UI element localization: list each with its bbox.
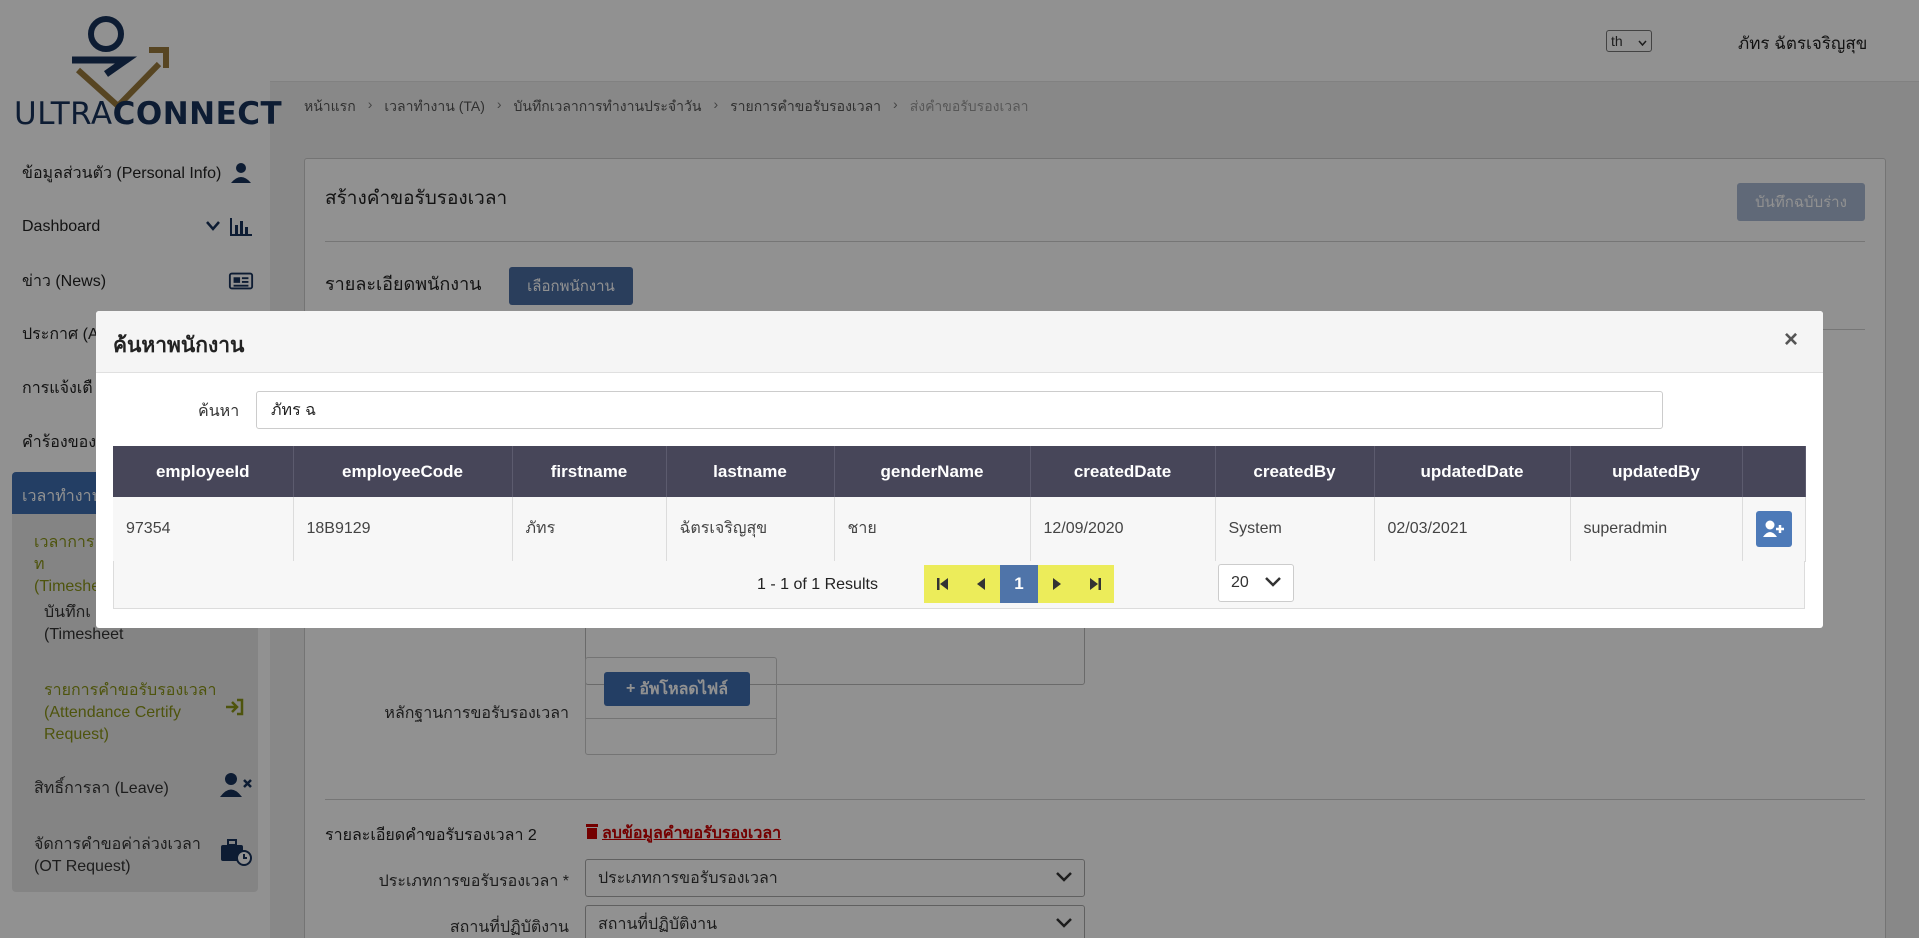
- employee-table: employeeId employeeCode firstname lastna…: [113, 446, 1806, 562]
- column-header-employeecode[interactable]: employeeCode: [293, 446, 513, 497]
- last-page-icon: [1090, 578, 1101, 590]
- cell-updateddate: 02/03/2021: [1374, 497, 1571, 562]
- prev-page-button[interactable]: [962, 565, 1000, 603]
- column-header-action: [1742, 446, 1806, 497]
- cell-lastname: ฉัตรเจริญสุข: [666, 497, 835, 562]
- cell-action: [1742, 497, 1806, 562]
- caret-right-icon: [1053, 578, 1061, 590]
- column-header-updateddate[interactable]: updatedDate: [1374, 446, 1571, 497]
- chevron-down-icon: [1265, 574, 1281, 592]
- employee-search-modal: ค้นหาพนักงาน × ค้นหา employeeId employee…: [96, 311, 1823, 628]
- next-page-button[interactable]: [1038, 565, 1076, 603]
- cell-gendername: ชาย: [834, 497, 1031, 562]
- column-header-createddate[interactable]: createdDate: [1030, 446, 1216, 497]
- user-plus-icon: [1762, 520, 1784, 537]
- pagination: 1 - 1 of 1 Results 1 20: [113, 561, 1805, 609]
- page-size-value: 20: [1231, 574, 1249, 591]
- cell-createdby: System: [1215, 497, 1375, 562]
- cell-updatedby: superadmin: [1570, 497, 1743, 562]
- results-count: 1 - 1 of 1 Results: [757, 576, 878, 593]
- first-page-icon: [937, 578, 948, 590]
- column-header-createdby[interactable]: createdBy: [1215, 446, 1375, 497]
- last-page-button[interactable]: [1076, 565, 1114, 603]
- page-button-current[interactable]: 1: [1000, 565, 1038, 603]
- column-header-updatedby[interactable]: updatedBy: [1570, 446, 1743, 497]
- caret-left-icon: [977, 578, 985, 590]
- cell-createddate: 12/09/2020: [1030, 497, 1216, 562]
- search-label: ค้นหา: [198, 403, 240, 420]
- column-header-employeeid[interactable]: employeeId: [113, 446, 294, 497]
- add-employee-button[interactable]: [1755, 510, 1792, 547]
- column-header-gendername[interactable]: genderName: [834, 446, 1031, 497]
- close-icon[interactable]: ×: [1784, 328, 1798, 352]
- modal-header: ค้นหาพนักงาน ×: [96, 311, 1823, 373]
- table-header-row: employeeId employeeCode firstname lastna…: [113, 446, 1806, 497]
- column-header-firstname[interactable]: firstname: [512, 446, 667, 497]
- cell-firstname: ภัทร: [512, 497, 667, 562]
- column-header-lastname[interactable]: lastname: [666, 446, 835, 497]
- table-row: 97354 18B9129 ภัทร ฉัตรเจริญสุข ชาย 12/0…: [113, 497, 1806, 562]
- search-input[interactable]: [256, 391, 1663, 429]
- page-size-select[interactable]: 20: [1218, 564, 1294, 602]
- cell-employeeid: 97354: [113, 497, 294, 562]
- first-page-button[interactable]: [924, 565, 962, 603]
- cell-employeecode: 18B9129: [293, 497, 513, 562]
- modal-title: ค้นหาพนักงาน: [113, 334, 245, 357]
